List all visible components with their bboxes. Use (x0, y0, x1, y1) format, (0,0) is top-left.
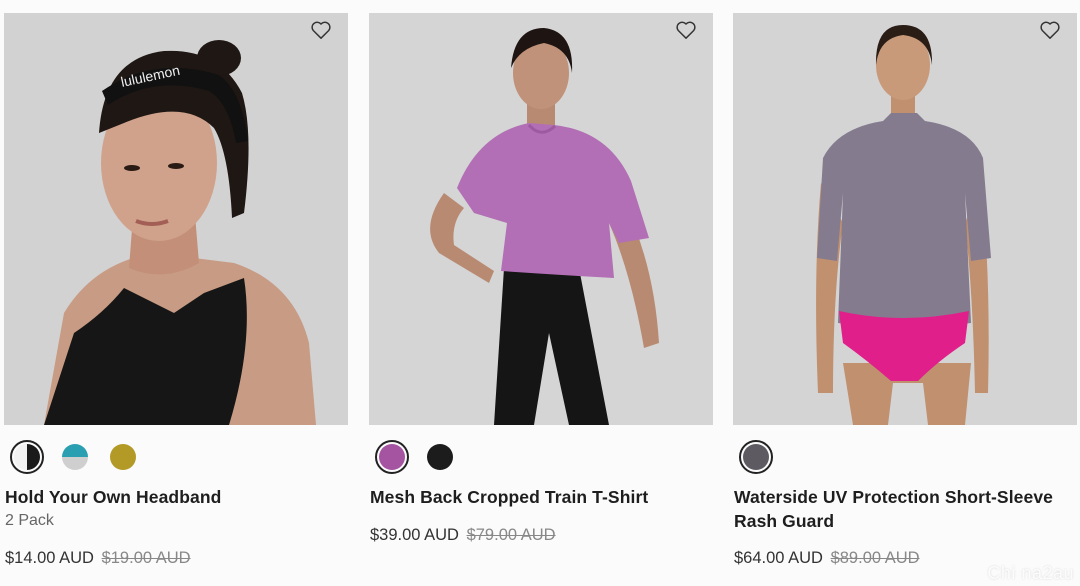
swatch-purple[interactable] (375, 440, 409, 474)
color-swatches (375, 439, 457, 475)
original-price: $79.00 AUD (466, 526, 556, 544)
wishlist-heart-icon[interactable] (1039, 20, 1061, 40)
product-card[interactable]: lululemon Hold Your Own Headband 2 Pack (4, 13, 348, 586)
product-price: $14.00 AUD $19.00 AUD (5, 547, 191, 569)
product-image[interactable] (369, 13, 713, 425)
product-price: $64.00 AUD $89.00 AUD (734, 547, 920, 569)
sale-price: $14.00 AUD (5, 549, 94, 567)
product-image[interactable]: lululemon (4, 13, 348, 425)
product-name[interactable]: Mesh Back Cropped Train T-Shirt (370, 485, 710, 509)
color-swatches (739, 439, 773, 475)
model-photo: lululemon (4, 13, 348, 425)
swatch-white-black[interactable] (10, 440, 44, 474)
original-price: $19.00 AUD (101, 549, 191, 567)
product-grid: lululemon Hold Your Own Headband 2 Pack (0, 0, 1080, 586)
wishlist-heart-icon[interactable] (310, 20, 332, 40)
watermark-text: Chi na2au (987, 563, 1074, 583)
swatch-olive-gold[interactable] (106, 440, 140, 474)
sale-price: $64.00 AUD (734, 549, 823, 567)
product-image[interactable] (733, 13, 1077, 425)
sale-price: $39.00 AUD (370, 526, 459, 544)
swatch-teal-grey[interactable] (58, 440, 92, 474)
swatch-black[interactable] (423, 440, 457, 474)
wishlist-heart-icon[interactable] (675, 20, 697, 40)
product-name[interactable]: Hold Your Own Headband (5, 485, 345, 509)
original-price: $89.00 AUD (830, 549, 920, 567)
product-name[interactable]: Waterside UV Protection Short-Sleeve Ras… (734, 485, 1074, 533)
product-subtitle: 2 Pack (5, 512, 54, 529)
color-swatches (10, 439, 140, 475)
model-photo (369, 13, 713, 425)
product-card[interactable]: Waterside UV Protection Short-Sleeve Ras… (733, 13, 1077, 586)
model-photo (733, 13, 1077, 425)
product-card[interactable]: Mesh Back Cropped Train T-Shirt $39.00 A… (369, 13, 713, 586)
product-price: $39.00 AUD $79.00 AUD (370, 524, 556, 546)
swatch-grey[interactable] (739, 440, 773, 474)
